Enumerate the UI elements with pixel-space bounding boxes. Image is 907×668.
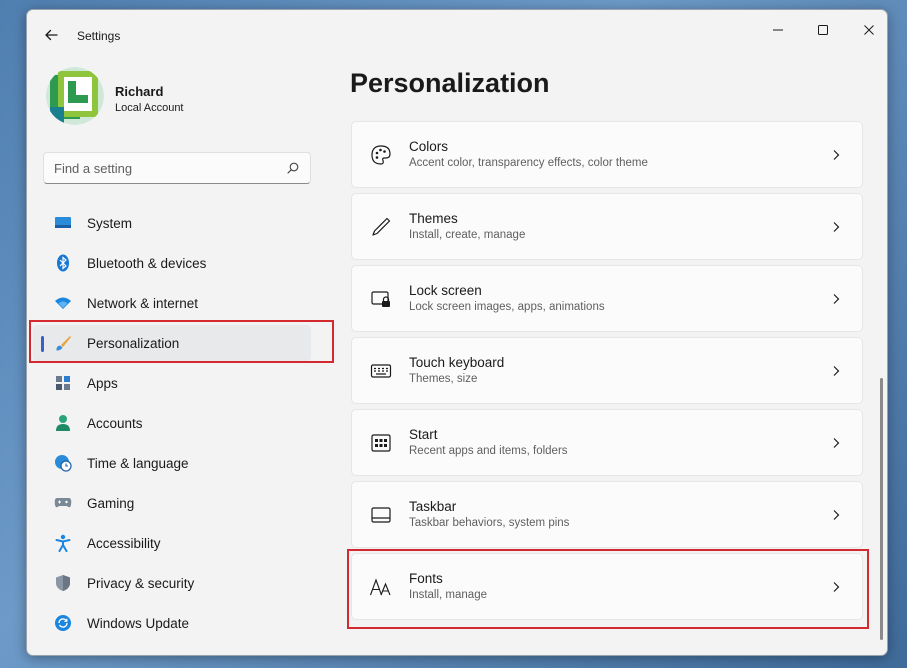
card-subtitle: Install, create, manage	[409, 229, 526, 241]
sidebar-item-label: System	[87, 215, 133, 231]
bluetooth-icon	[53, 253, 73, 273]
sidebar-item-privacy-security[interactable]: Privacy & security	[33, 565, 311, 601]
card-title: Touch keyboard	[409, 355, 505, 370]
settings-window: Settings Richard Local Account Find a se…	[26, 9, 888, 656]
maximize-icon	[818, 25, 828, 35]
card-title: Start	[409, 427, 438, 442]
globe-clock-icon	[53, 453, 73, 473]
chevron-right-icon	[828, 579, 844, 595]
sidebar-item-windows-update[interactable]: Windows Update	[33, 605, 311, 641]
settings-card-list: Colors Accent color, transparency effect…	[351, 121, 865, 655]
maximize-button[interactable]	[803, 17, 843, 43]
sidebar-item-label: Network & internet	[87, 295, 199, 311]
gamepad-icon	[53, 493, 73, 513]
fonts-icon	[369, 575, 393, 599]
card-subtitle: Taskbar behaviors, system pins	[409, 517, 570, 529]
sidebar-item-label: Gaming	[87, 495, 135, 511]
sidebar-item-label: Accessibility	[87, 535, 161, 551]
lock-screen-icon	[369, 287, 393, 311]
sidebar-item-system[interactable]: System	[33, 205, 311, 241]
sidebar-item-network[interactable]: Network & internet	[33, 285, 311, 321]
apps-icon	[53, 373, 73, 393]
search-icon	[287, 162, 299, 174]
update-icon	[53, 613, 73, 633]
card-subtitle: Lock screen images, apps, animations	[409, 301, 605, 313]
chevron-right-icon	[828, 147, 844, 163]
wifi-icon	[53, 293, 73, 313]
shield-icon	[53, 573, 73, 593]
card-subtitle: Recent apps and items, folders	[409, 445, 568, 457]
page-title: Personalization	[350, 68, 550, 98]
card-subtitle: Install, manage	[409, 589, 487, 601]
card-title: Colors	[409, 139, 449, 154]
minimize-button[interactable]	[758, 17, 798, 43]
sidebar-item-label: Accounts	[87, 415, 143, 431]
sidebar-item-gaming[interactable]: Gaming	[33, 485, 311, 521]
sidebar-item-label: Personalization	[87, 335, 180, 351]
card-touch-keyboard[interactable]: Touch keyboard Themes, size	[351, 337, 863, 404]
card-title: Taskbar	[409, 499, 457, 514]
avatar[interactable]	[46, 67, 104, 125]
sidebar-item-accessibility[interactable]: Accessibility	[33, 525, 311, 561]
minimize-icon	[773, 29, 783, 31]
pen-icon	[369, 215, 393, 239]
window-title: Settings	[77, 29, 121, 43]
sidebar-item-bluetooth[interactable]: Bluetooth & devices	[33, 245, 311, 281]
user-avatar-icon	[46, 67, 104, 125]
system-icon	[53, 213, 73, 233]
sidebar-item-label: Privacy & security	[87, 575, 195, 591]
close-icon	[864, 25, 874, 35]
search-input[interactable]	[54, 160, 286, 176]
card-title: Themes	[409, 211, 458, 226]
sidebar-item-label: Bluetooth & devices	[87, 255, 207, 271]
chevron-right-icon	[828, 363, 844, 379]
sidebar-item-label: Apps	[87, 375, 118, 391]
sidebar-item-accounts[interactable]: Accounts	[33, 405, 311, 441]
accessibility-icon	[53, 533, 73, 553]
card-themes[interactable]: Themes Install, create, manage	[351, 193, 863, 260]
back-button[interactable]	[41, 25, 61, 45]
account-type: Local Account	[115, 102, 184, 114]
user-name: Richard	[115, 84, 164, 99]
chevron-right-icon	[828, 435, 844, 451]
person-icon	[53, 413, 73, 433]
chevron-right-icon	[828, 219, 844, 235]
close-button[interactable]	[849, 17, 887, 43]
sidebar-nav: System Bluetooth & devices Network & int…	[27, 205, 337, 645]
card-start[interactable]: Start Recent apps and items, folders	[351, 409, 863, 476]
brush-icon	[53, 333, 73, 353]
card-taskbar[interactable]: Taskbar Taskbar behaviors, system pins	[351, 481, 863, 548]
card-fonts[interactable]: Fonts Install, manage	[351, 553, 863, 620]
chevron-right-icon	[828, 291, 844, 307]
palette-icon	[369, 143, 393, 167]
card-subtitle: Accent color, transparency effects, colo…	[409, 157, 648, 169]
back-arrow-icon	[45, 29, 58, 41]
start-icon	[369, 431, 393, 455]
card-lock-screen[interactable]: Lock screen Lock screen images, apps, an…	[351, 265, 863, 332]
card-title: Fonts	[409, 571, 443, 586]
card-title: Lock screen	[409, 283, 482, 298]
card-subtitle: Themes, size	[409, 373, 478, 385]
search-box[interactable]	[43, 152, 311, 184]
taskbar-icon	[369, 503, 393, 527]
card-colors[interactable]: Colors Accent color, transparency effect…	[351, 121, 863, 188]
sidebar-item-label: Windows Update	[87, 615, 190, 631]
scrollbar[interactable]	[880, 378, 883, 640]
keyboard-icon	[369, 359, 393, 383]
chevron-right-icon	[828, 507, 844, 523]
sidebar-item-apps[interactable]: Apps	[33, 365, 311, 401]
sidebar-item-time-language[interactable]: Time & language	[33, 445, 311, 481]
sidebar-item-label: Time & language	[87, 455, 189, 471]
sidebar-item-personalization[interactable]: Personalization	[33, 325, 311, 361]
